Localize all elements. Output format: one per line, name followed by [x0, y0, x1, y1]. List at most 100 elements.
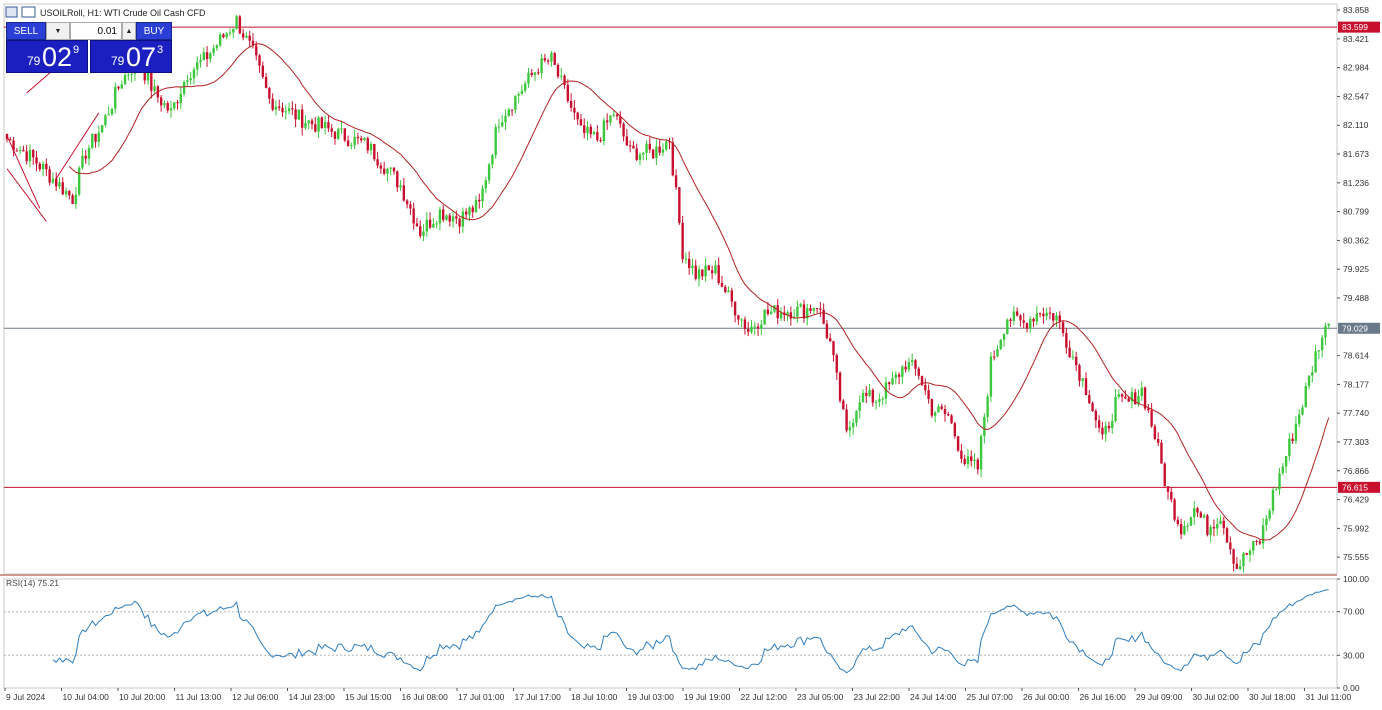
lot-size-input[interactable]: 0.01 [70, 22, 122, 40]
candle-body [592, 132, 596, 135]
candle-body [851, 422, 855, 428]
candle-body [278, 106, 281, 108]
sell-button[interactable]: SELL [6, 22, 46, 40]
candle-body [179, 93, 183, 104]
trend-channel-line[interactable] [6, 168, 47, 222]
chart-window-icon [21, 6, 36, 18]
candle-body [901, 366, 904, 377]
candle-body [933, 412, 937, 416]
time-axis-label: 14 Jul 23:00 [289, 692, 336, 702]
candle-body [1006, 319, 1009, 334]
price-axis-label: 78.177 [1343, 379, 1369, 389]
candle-body [1320, 337, 1324, 351]
candle-body [1124, 396, 1127, 399]
candle-body [1238, 566, 1242, 569]
candle-body [1068, 347, 1071, 358]
candle-body [104, 115, 107, 126]
candle-body [274, 106, 278, 110]
price-chart[interactable]: USOILRoll, H1: WTI Crude Oil Cash CFD 83.… [0, 0, 1382, 710]
candle-body [1156, 439, 1160, 443]
candle-body [68, 190, 71, 196]
time-axis-label: 23 Jul 22:00 [854, 692, 901, 702]
sell-price-main: 02 [42, 42, 73, 72]
candle-body [1120, 394, 1124, 397]
candle-body [412, 208, 415, 224]
candle-body [979, 435, 983, 470]
candle-body [970, 456, 973, 461]
candle-body [320, 117, 324, 128]
candle-body [45, 163, 48, 170]
candle-body [382, 168, 386, 174]
candle-body [1193, 508, 1196, 518]
candle-body [704, 265, 707, 277]
candle-body [645, 143, 648, 153]
candle-body [215, 45, 219, 49]
candle-body [1202, 515, 1206, 518]
candle-body [5, 133, 9, 140]
candle-body [487, 164, 491, 181]
candle-body [674, 175, 678, 188]
candle-body [655, 146, 658, 159]
candle-body [396, 171, 399, 188]
candle-body [379, 165, 383, 169]
candle-body [1081, 378, 1084, 381]
candle-body [386, 168, 389, 174]
rsi-plot-frame [3, 578, 1338, 689]
candle-body [176, 102, 179, 104]
candle-body [1248, 550, 1252, 555]
buy-button[interactable]: BUY [136, 22, 172, 40]
rsi-line[interactable] [52, 589, 1329, 674]
time-axis-label: 10 Jul 20:00 [119, 692, 166, 702]
sell-price-box[interactable]: 79 02 9 [6, 40, 88, 73]
lot-increase-icon[interactable]: ▲ [122, 22, 136, 40]
candle-body [720, 282, 724, 287]
candle-body [1104, 425, 1107, 435]
candle-body [642, 152, 645, 155]
candle-body [458, 218, 461, 227]
candle-body [697, 269, 701, 279]
candle-body [986, 396, 989, 417]
candle-body [153, 86, 156, 91]
candle-body [1061, 322, 1065, 333]
candle-body [1173, 499, 1176, 520]
candle-body [84, 155, 87, 159]
candle-body [232, 28, 235, 33]
price-axis-label: 79.488 [1343, 293, 1369, 303]
candle-body [651, 149, 655, 159]
candle-body [61, 182, 64, 195]
time-axis-label: 11 Jul 13:00 [176, 692, 222, 702]
symbol-title: USOILRoll, H1: WTI Crude Oil Cash CFD [40, 8, 206, 18]
candle-body [281, 107, 284, 113]
time-axis-label: 9 Jul 2024 [6, 692, 45, 702]
candle-body [622, 123, 625, 137]
candle-body [625, 136, 629, 146]
candle-body [1252, 540, 1255, 551]
buy-price-box[interactable]: 79 07 3 [90, 40, 172, 73]
price-axis-label: 81.673 [1343, 149, 1369, 159]
candle-body [678, 187, 681, 223]
candle-body [819, 308, 822, 310]
candle-body [943, 409, 947, 415]
candle-body [1307, 375, 1311, 387]
candle-body [1176, 519, 1180, 524]
candle-body [1265, 518, 1268, 526]
level-price-label: 83.599 [1342, 22, 1368, 32]
candle-body [684, 258, 688, 260]
candle-body [120, 84, 123, 89]
candle-body [779, 312, 783, 319]
moving-average-line[interactable] [68, 43, 1330, 541]
candle-body [409, 204, 412, 209]
candle-body [337, 128, 340, 139]
candle-body [556, 64, 560, 77]
candle-body [173, 102, 176, 109]
candle-body [1094, 410, 1098, 421]
candle-body [461, 211, 465, 227]
candle-body [264, 76, 268, 88]
candle-body [307, 120, 310, 124]
candle-body [537, 72, 540, 74]
candle-body [710, 270, 714, 274]
lot-dropdown-icon[interactable]: ▼ [46, 22, 70, 40]
candle-body [291, 108, 294, 110]
candle-body [222, 34, 225, 38]
candle-body [747, 328, 750, 332]
